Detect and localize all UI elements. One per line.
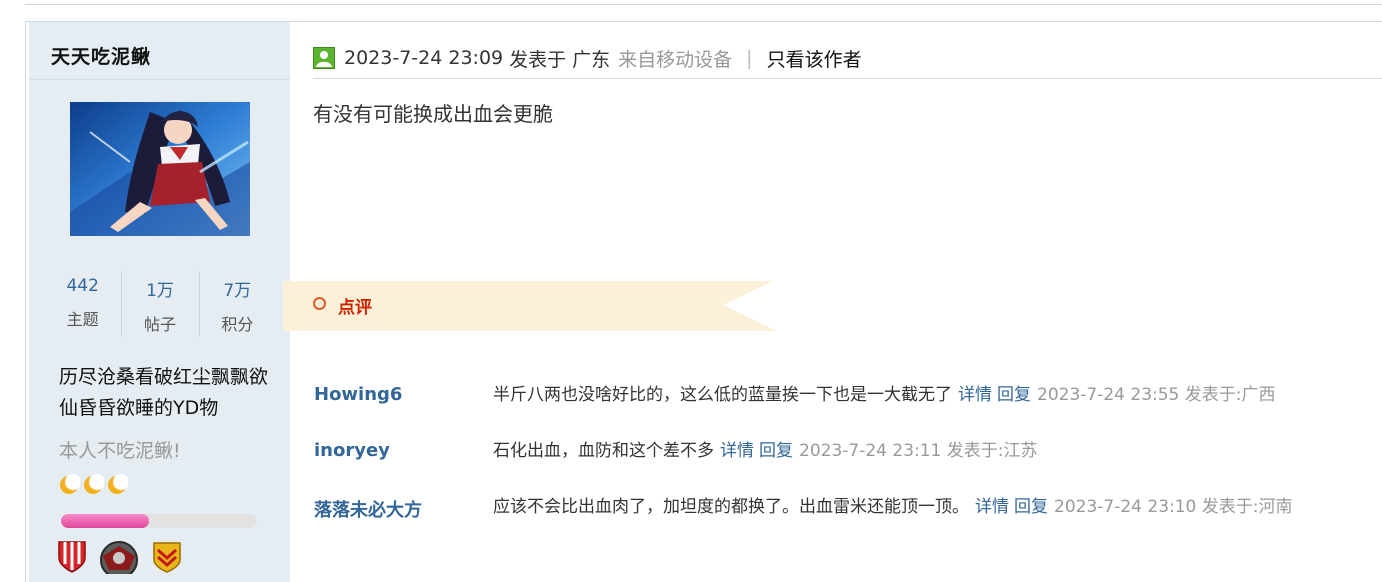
stat-threads[interactable]: 442 主题 bbox=[44, 271, 121, 337]
comment-user[interactable]: 落落未必大方 bbox=[314, 496, 422, 522]
stat-label: 帖子 bbox=[143, 315, 176, 334]
only-author-link[interactable]: 只看该作者 bbox=[767, 45, 862, 72]
post-region: 广东 bbox=[572, 48, 611, 71]
rank-moons bbox=[58, 474, 128, 498]
comment-item: Howing6 半斤八两也没啥好比的，这么低的蓝量挨一下也是一大截无了 详情 回复 2… bbox=[314, 380, 1382, 410]
online-status-icon bbox=[313, 47, 335, 69]
post-body: 有没有可能换成出血会更脆 bbox=[313, 102, 553, 126]
avatar[interactable] bbox=[70, 102, 250, 236]
comment-item: 落落未必大方 应该不会比出血肉了，加坦度的都换了。出血雷米还能顶一顶。 详情 回复 2… bbox=[314, 492, 1382, 522]
stat-posts[interactable]: 1万 帖子 bbox=[121, 271, 198, 337]
comment-time: 2023-7-24 23:11 发表于:江苏 bbox=[799, 441, 1038, 461]
level-progress-fill bbox=[61, 514, 150, 528]
medal-shield-icon[interactable] bbox=[57, 540, 87, 574]
comment-text: 石化出血，血防和这个差不多 bbox=[493, 441, 714, 461]
post-date: 2023-7-24 23:09 bbox=[344, 47, 504, 69]
comment-reply-link[interactable]: 回复 bbox=[1014, 497, 1048, 517]
post-publish-label: 发表于 bbox=[509, 48, 567, 71]
author-signature: 历尽沧桑看破红尘飘飘欲仙昏昏欲睡的YD物 bbox=[59, 366, 269, 419]
user-title: 本人不吃泥鳅! bbox=[59, 440, 181, 462]
avatar-image bbox=[70, 102, 250, 236]
comment-detail-link[interactable]: 详情 bbox=[720, 441, 754, 461]
author-stats: 442 主题 1万 帖子 7万 积分 bbox=[44, 271, 276, 337]
post-meta: 2023-7-24 23:09 发表于 广东 来自移动设备 | 只看该作者 bbox=[313, 44, 862, 72]
medal-rank-icon[interactable] bbox=[151, 540, 183, 574]
comment-detail-link[interactable]: 详情 bbox=[975, 497, 1009, 517]
stat-value: 442 bbox=[66, 276, 99, 296]
comment-reply-link[interactable]: 回复 bbox=[997, 385, 1031, 405]
stat-label: 积分 bbox=[221, 315, 254, 334]
top-divider bbox=[25, 4, 1382, 5]
stat-label: 主题 bbox=[66, 310, 99, 329]
medal-row bbox=[57, 540, 183, 580]
comment-item: inoryey 石化出血，血防和这个差不多 详情 回复 2023-7-24 23:11… bbox=[314, 436, 1382, 466]
comment-user[interactable]: inoryey bbox=[314, 440, 390, 461]
moon-icon bbox=[108, 474, 128, 494]
comment-time: 2023-7-24 23:10 发表于:河南 bbox=[1054, 497, 1293, 517]
header-separator: | bbox=[746, 47, 753, 69]
post-header-divider bbox=[313, 78, 1382, 79]
sidebar-divider bbox=[29, 79, 290, 80]
author-name[interactable]: 天天吃泥鳅 bbox=[51, 42, 151, 69]
medal-emblem-icon[interactable] bbox=[89, 540, 149, 574]
comment-circle-icon bbox=[313, 297, 326, 310]
comment-reply-link[interactable]: 回复 bbox=[759, 441, 793, 461]
moon-icon bbox=[60, 474, 80, 494]
moon-icon bbox=[84, 474, 104, 494]
comment-text: 应该不会比出血肉了，加坦度的都换了。出血雷米还能顶一顶。 bbox=[493, 497, 969, 517]
comment-detail-link[interactable]: 详情 bbox=[958, 385, 992, 405]
stat-points[interactable]: 7万 积分 bbox=[198, 271, 276, 337]
post-source[interactable]: 来自移动设备 bbox=[618, 45, 732, 72]
stat-value: 7万 bbox=[223, 281, 252, 301]
comment-section-title: 点评 bbox=[338, 298, 372, 318]
comment-user[interactable]: Howing6 bbox=[314, 384, 402, 405]
comment-time: 2023-7-24 23:55 发表于:广西 bbox=[1037, 385, 1276, 405]
level-progress-bar bbox=[61, 514, 257, 528]
stat-value: 1万 bbox=[146, 281, 174, 301]
comment-text: 半斤八两也没啥好比的，这么低的蓝量挨一下也是一大截无了 bbox=[493, 385, 952, 405]
